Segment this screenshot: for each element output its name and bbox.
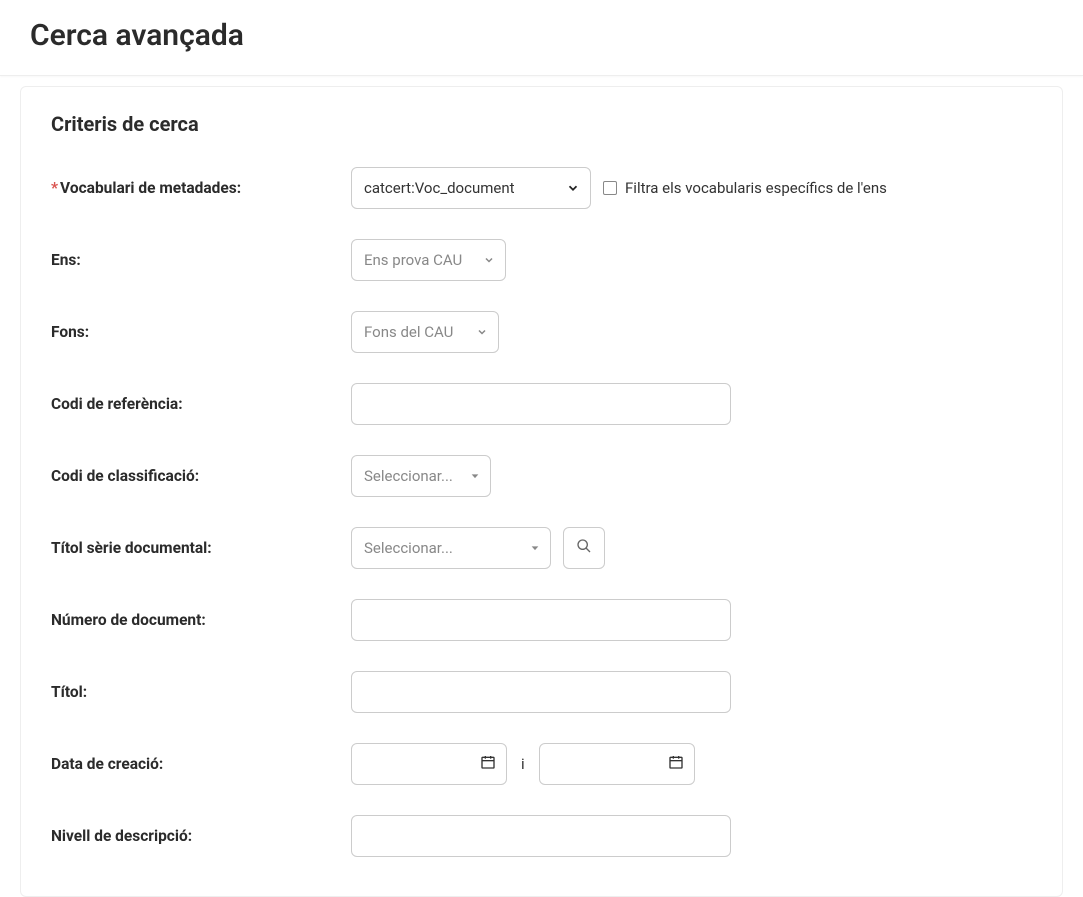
range-separator: i [519,755,527,773]
codi-class-select[interactable]: Seleccionar... [351,455,491,497]
ens-selected-value: Ens prova CAU [364,251,462,269]
filtra-vocab-label: Filtra els vocabularis específics de l'e… [625,179,887,197]
row-num-doc: Número de document: [51,598,1032,642]
controls-fons: Fons del CAU [351,311,1032,353]
label-num-doc: Número de document: [51,611,351,629]
row-vocabulari: *Vocabulari de metadades: catcert:Voc_do… [51,166,1032,210]
row-ens: Ens: Ens prova CAU [51,238,1032,282]
fons-select[interactable]: Fons del CAU [351,311,499,353]
label-titol-serie: Títol sèrie documental: [51,539,351,557]
controls-titol-serie: Seleccionar... [351,527,1032,569]
label-vocabulari: *Vocabulari de metadades: [51,179,351,197]
row-titol: Títol: [51,670,1032,714]
label-vocabulari-text: Vocabulari de metadades: [60,179,241,197]
controls-data-creacio: i [351,743,1032,785]
chevron-down-icon [566,181,580,195]
controls-codi-class: Seleccionar... [351,455,1032,497]
page-title: Cerca avançada [30,18,1053,53]
ens-select[interactable]: Ens prova CAU [351,239,506,281]
vocabulari-select[interactable]: catcert:Voc_document [351,167,591,209]
num-doc-input[interactable] [351,599,731,641]
section-title: Criteris de cerca [51,112,1032,136]
search-icon [576,538,592,558]
codi-ref-input[interactable] [351,383,731,425]
row-data-creacio: Data de creació: i [51,742,1032,786]
caret-down-icon [530,543,540,553]
label-ens: Ens: [51,251,351,269]
required-mark: * [51,179,58,197]
row-fons: Fons: Fons del CAU [51,310,1032,354]
row-titol-serie: Títol sèrie documental: Seleccionar... [51,526,1032,570]
label-data-creacio: Data de creació: [51,755,351,773]
label-codi-class: Codi de classificació: [51,467,351,485]
controls-ens: Ens prova CAU [351,239,1032,281]
controls-num-doc [351,599,1032,641]
titol-serie-select[interactable]: Seleccionar... [351,527,551,569]
calendar-icon [480,754,496,774]
label-codi-ref: Codi de referència: [51,395,351,413]
codi-class-placeholder: Seleccionar... [364,467,453,485]
titol-serie-placeholder: Seleccionar... [364,539,453,557]
filtra-vocab-group: Filtra els vocabularis específics de l'e… [603,179,887,197]
row-nivell-desc: Nivell de descripció: [51,814,1032,858]
data-from-input[interactable] [351,743,507,785]
caret-down-icon [470,471,480,481]
titol-input[interactable] [351,671,731,713]
row-codi-ref: Codi de referència: [51,382,1032,426]
controls-nivell-desc [351,815,1032,857]
controls-codi-ref [351,383,1032,425]
row-codi-class: Codi de classificació: Seleccionar... [51,454,1032,498]
vocabulari-selected-value: catcert:Voc_document [364,179,515,197]
label-titol: Títol: [51,683,351,701]
chevron-down-icon [476,326,488,338]
data-to-input[interactable] [539,743,695,785]
label-nivell-desc: Nivell de descripció: [51,827,351,845]
controls-vocabulari: catcert:Voc_document Filtra els vocabula… [351,167,1032,209]
search-button[interactable] [563,527,605,569]
filtra-vocab-checkbox[interactable] [603,181,617,195]
fons-selected-value: Fons del CAU [364,323,453,341]
search-criteria-card: Criteris de cerca *Vocabulari de metadad… [20,86,1063,897]
controls-titol [351,671,1032,713]
page-header: Cerca avançada [0,0,1083,76]
calendar-icon [668,754,684,774]
label-fons: Fons: [51,323,351,341]
chevron-down-icon [483,254,495,266]
nivell-desc-input[interactable] [351,815,731,857]
